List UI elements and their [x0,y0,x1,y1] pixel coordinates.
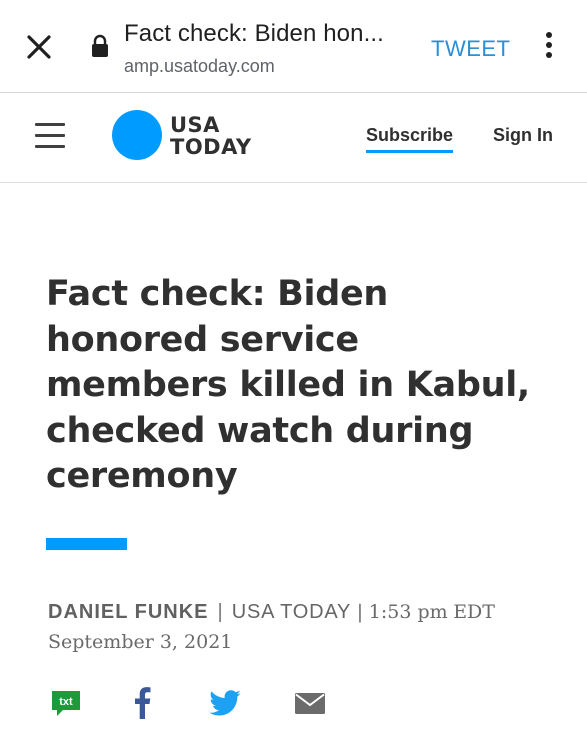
byline: DANIEL FUNKE | USA TODAY | 1:53 pm EDT Sep… [48,597,548,657]
byline-time-separator: | [356,601,364,623]
twitter-icon[interactable] [208,686,242,720]
facebook-icon[interactable] [133,686,151,720]
sms-icon-label: txt [59,696,73,708]
tab-url: amp.usatoday.com [124,56,275,76]
site-header: USA TODAY Subscribe Sign In [0,93,587,183]
tweet-button[interactable]: TWEET [431,36,511,62]
byline-separator: | [217,601,223,623]
subscribe-link[interactable]: Subscribe [366,125,454,153]
more-vert-icon[interactable] [543,32,555,62]
sign-in-link[interactable]: Sign In [493,125,553,146]
usa-today-logo[interactable]: USA TODAY [112,108,262,164]
sms-icon[interactable]: txt [51,686,81,720]
email-icon[interactable] [294,686,326,720]
headline-accent-bar [46,538,127,550]
menu-icon[interactable] [35,123,65,149]
logo-dot [112,110,162,160]
publication-name: USA TODAY [231,601,352,623]
author-name[interactable]: DANIEL FUNKE [48,601,209,623]
custom-tab-bar: Fact check: Biden hon... amp.usatoday.co… [0,0,587,93]
lock-icon [92,34,108,57]
article-headline: Fact check: Biden honored service member… [46,274,530,496]
publish-time: 1:53 pm [368,601,448,623]
logo-line-1: USA [170,113,220,137]
tab-title: Fact check: Biden hon... [124,20,384,47]
logo-line-2: TODAY [170,135,252,159]
close-icon[interactable] [26,34,52,60]
